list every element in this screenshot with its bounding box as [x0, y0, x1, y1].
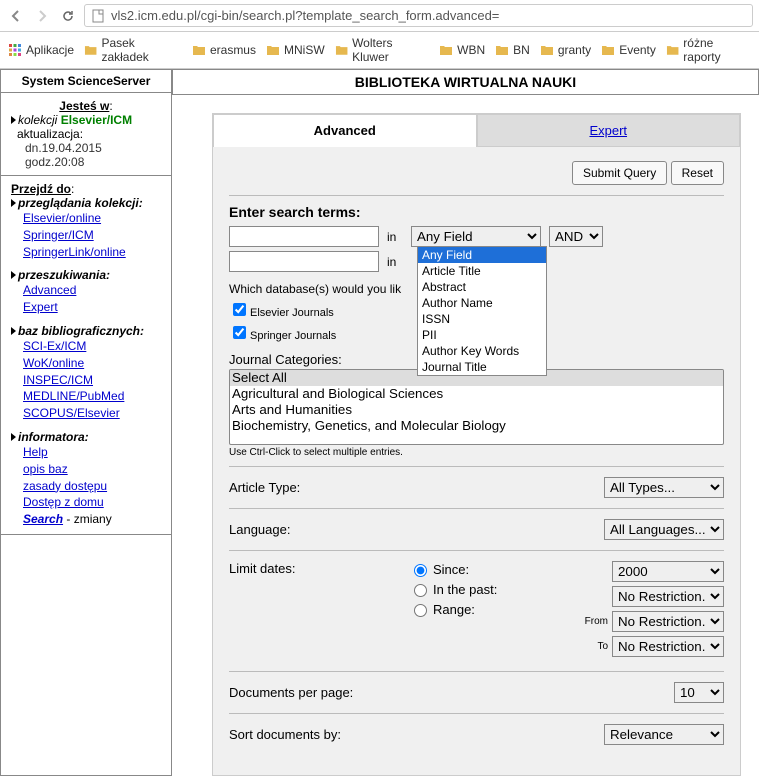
folder-icon	[335, 44, 348, 56]
docs-per-page-select[interactable]: 10	[674, 682, 724, 703]
dropdown-option[interactable]: Article Title	[418, 263, 546, 279]
folder-icon	[192, 44, 206, 56]
article-type-select[interactable]: All Types...	[604, 477, 724, 498]
bool-select[interactable]: AND	[549, 226, 603, 247]
dropdown-option[interactable]: Journal Title	[418, 359, 546, 375]
forward-button[interactable]	[32, 6, 52, 26]
collection-link[interactable]: Elsevier/ICM	[61, 113, 132, 127]
nav-link[interactable]: SCI-Ex/ICM	[23, 338, 161, 355]
tabs: Advanced Expert	[213, 114, 740, 147]
since-year-select[interactable]: 2000	[612, 561, 724, 582]
bookmark-item[interactable]: Pasek zakładek	[84, 36, 182, 64]
sidebar-nav: Przejdź do: przeglądania kolekcji: Elsev…	[1, 176, 171, 535]
sidebar-header: System ScienceServer	[1, 70, 171, 93]
content-area: BIBLIOTEKA WIRTUALNA NAUKI Advanced Expe…	[172, 69, 759, 776]
language-label: Language:	[229, 522, 604, 537]
nav-link[interactable]: opis baz	[23, 461, 161, 478]
sort-label: Sort documents by:	[229, 727, 604, 742]
bookmark-item[interactable]: BN	[495, 43, 530, 57]
bookmark-item[interactable]: WBN	[439, 43, 485, 57]
triangle-icon	[11, 271, 16, 279]
apps-icon	[8, 43, 22, 57]
nav-link-search[interactable]: Search	[23, 512, 63, 526]
apps-button[interactable]: Aplikacje	[8, 43, 74, 57]
page-icon	[91, 9, 105, 23]
dropdown-option[interactable]: Abstract	[418, 279, 546, 295]
jestes-label: Jesteś w	[59, 99, 109, 113]
folder-icon	[439, 44, 453, 56]
search-term-2[interactable]	[229, 251, 379, 272]
docs-per-page-label: Documents per page:	[229, 685, 674, 700]
nav-link[interactable]: Dostęp z domu	[23, 494, 161, 511]
db-springer-checkbox[interactable]	[233, 326, 246, 339]
nav-link[interactable]: Elsevier/online	[23, 210, 161, 227]
browser-toolbar: vls2.icm.edu.pl/cgi-bin/search.pl?templa…	[0, 0, 759, 32]
bookmark-item[interactable]: różne raporty	[666, 36, 751, 64]
bookmark-item[interactable]: granty	[540, 43, 591, 57]
folder-icon	[666, 44, 679, 56]
since-radio[interactable]	[414, 564, 427, 577]
folder-icon	[495, 44, 509, 56]
sidebar-location: Jesteś w: kolekcji Elsevier/ICM aktualiz…	[1, 93, 171, 176]
reset-button[interactable]: Reset	[671, 161, 724, 185]
nav-link[interactable]: Help	[23, 444, 161, 461]
bookmark-item[interactable]: Wolters Kluwer	[335, 36, 430, 64]
triangle-icon	[11, 433, 16, 441]
triangle-icon	[11, 116, 16, 124]
url-text: vls2.icm.edu.pl/cgi-bin/search.pl?templa…	[111, 8, 499, 23]
search-form: Advanced Expert Submit Query Reset Enter…	[212, 113, 741, 776]
dropdown-option[interactable]: Author Key Words	[418, 343, 546, 359]
field-dropdown-open: Any Field Article Title Abstract Author …	[417, 246, 547, 376]
back-button[interactable]	[6, 6, 26, 26]
nav-link[interactable]: INSPEC/ICM	[23, 372, 161, 389]
nav-link[interactable]: zasady dostępu	[23, 478, 161, 495]
limit-dates-label: Limit dates:	[229, 561, 409, 661]
triangle-icon	[11, 327, 16, 335]
bookmark-item[interactable]: MNiSW	[266, 43, 325, 57]
nav-link[interactable]: SCOPUS/Elsevier	[23, 405, 161, 422]
inpast-select[interactable]: No Restriction...	[612, 586, 724, 607]
apps-label: Aplikacje	[26, 43, 74, 57]
dropdown-option[interactable]: PII	[418, 327, 546, 343]
page-title: BIBLIOTEKA WIRTUALNA NAUKI	[172, 69, 759, 95]
folder-icon	[540, 44, 554, 56]
folder-icon	[84, 44, 97, 56]
sidebar: System ScienceServer Jesteś w: kolekcji …	[0, 69, 172, 776]
bookmark-item[interactable]: Eventy	[601, 43, 656, 57]
reload-button[interactable]	[58, 6, 78, 26]
tab-advanced[interactable]: Advanced	[213, 114, 477, 147]
inpast-radio[interactable]	[414, 584, 427, 597]
range-to-select[interactable]: No Restriction...	[612, 636, 724, 657]
triangle-icon	[11, 199, 16, 207]
nav-link[interactable]: WoK/online	[23, 355, 161, 372]
range-radio[interactable]	[414, 604, 427, 617]
nav-link[interactable]: Advanced	[23, 282, 161, 299]
nav-link[interactable]: Expert	[23, 299, 161, 316]
tab-expert[interactable]: Expert	[477, 114, 741, 147]
nav-link[interactable]: Springer/ICM	[23, 227, 161, 244]
journal-categories[interactable]: Select All Agricultural and Biological S…	[229, 369, 724, 445]
nav-link[interactable]: MEDLINE/PubMed	[23, 388, 161, 405]
url-bar[interactable]: vls2.icm.edu.pl/cgi-bin/search.pl?templa…	[84, 4, 753, 27]
submit-button[interactable]: Submit Query	[572, 161, 667, 185]
bookmark-item[interactable]: erasmus	[192, 43, 256, 57]
ctrl-click-hint: Use Ctrl-Click to select multiple entrie…	[229, 447, 724, 458]
search-term-1[interactable]	[229, 226, 379, 247]
dropdown-option[interactable]: Author Name	[418, 295, 546, 311]
enter-terms-label: Enter search terms:	[229, 204, 724, 220]
db-elsevier-checkbox[interactable]	[233, 303, 246, 316]
bookmarks-bar: Aplikacje Pasek zakładek erasmus MNiSW W…	[0, 32, 759, 69]
language-select[interactable]: All Languages...	[604, 519, 724, 540]
folder-icon	[601, 44, 615, 56]
dropdown-option[interactable]: ISSN	[418, 311, 546, 327]
dropdown-option[interactable]: Any Field	[418, 247, 546, 263]
nav-link[interactable]: SpringerLink/online	[23, 244, 161, 261]
article-type-label: Article Type:	[229, 480, 604, 495]
range-from-select[interactable]: No Restriction...	[612, 611, 724, 632]
sort-select[interactable]: Relevance	[604, 724, 724, 745]
folder-icon	[266, 44, 280, 56]
field-select-1[interactable]: Any Field	[411, 226, 541, 247]
